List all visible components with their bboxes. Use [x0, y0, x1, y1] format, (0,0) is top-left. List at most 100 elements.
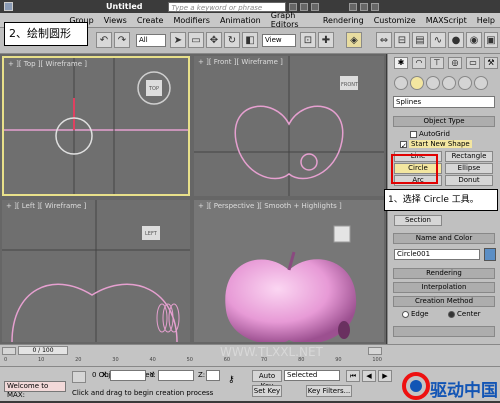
x-coordinate-input[interactable] [110, 370, 146, 381]
close-icon[interactable] [371, 2, 380, 11]
timeline-ruler[interactable]: 0 10 20 30 40 50 60 70 80 90 100 [4, 357, 382, 365]
object-type-rollout[interactable]: Object Type [393, 116, 495, 127]
time-slider[interactable]: 0 / 100 [18, 346, 68, 355]
hierarchy-tab-icon[interactable]: ⊤ [430, 57, 444, 69]
menu-rendering[interactable]: Rendering [318, 16, 369, 25]
start-new-shape-checkbox[interactable]: ✓ Start New Shape [400, 140, 472, 150]
redo-icon[interactable]: ↷ [114, 32, 130, 48]
name-and-color-rollout[interactable]: Name and Color [393, 233, 495, 244]
render-icon[interactable]: ▣ [484, 32, 498, 48]
viewport-left[interactable]: + ][ Left ][ Wireframe ] LEFT [2, 200, 190, 342]
undo-icon[interactable]: ↶ [96, 32, 112, 48]
layer-icon[interactable]: ▤ [412, 32, 428, 48]
key-filters-button[interactable]: Key Filters... [306, 385, 352, 397]
cameras-icon[interactable] [442, 76, 456, 90]
selected-dropdown[interactable]: Selected [284, 370, 340, 381]
geometry-icon[interactable] [394, 76, 408, 90]
timeline-next-icon[interactable] [368, 347, 382, 355]
star-icon[interactable] [300, 2, 309, 11]
reference-coordinate-dropdown[interactable]: View [262, 34, 296, 47]
scale-icon[interactable]: ◧ [242, 32, 258, 48]
category-dropdown[interactable]: Splines [393, 96, 495, 108]
auto-key-button[interactable]: Auto Key [252, 370, 282, 390]
viewport-perspective[interactable]: + ][ Perspective ][ Smooth + Highlights … [194, 200, 384, 342]
donut-button[interactable]: Donut [445, 175, 493, 186]
maxscript-listener[interactable]: Welcome to MAX: [4, 381, 66, 399]
object-color-swatch[interactable] [484, 248, 496, 261]
helpers-icon[interactable] [458, 76, 472, 90]
key-icon[interactable]: ⚷ [228, 375, 248, 387]
autogrid-checkbox[interactable]: AutoGrid [410, 130, 450, 138]
select-region-icon[interactable]: ▭ [188, 32, 204, 48]
center-radio[interactable]: Center [448, 310, 481, 318]
menu-create[interactable]: Create [132, 16, 169, 25]
z-label: Z: [198, 371, 206, 379]
tick-label: 50 [186, 357, 193, 363]
shapes-icon[interactable] [410, 76, 424, 90]
rendering-rollout[interactable]: Rendering [393, 268, 495, 279]
display-tab-icon[interactable]: ▭ [466, 57, 480, 69]
mirror-icon[interactable]: ⇔ [376, 32, 392, 48]
center-label: Center [457, 310, 481, 318]
keyboard-entry-rollout[interactable] [393, 326, 495, 337]
autogrid-label: AutoGrid [419, 130, 450, 138]
selection-filter-dropdown[interactable]: All [136, 34, 166, 47]
set-key-button[interactable]: Set Key [252, 385, 282, 397]
maximize-icon[interactable] [360, 2, 369, 11]
z-coordinate-input[interactable] [206, 370, 220, 381]
edge-label: Edge [411, 310, 429, 318]
viewcube-front[interactable]: FRONT [341, 82, 358, 88]
select-object-icon[interactable]: ➤ [170, 32, 186, 48]
interpolation-rollout[interactable]: Interpolation [393, 282, 495, 293]
app-icon[interactable] [4, 2, 13, 11]
snap-icon[interactable]: ✚ [318, 32, 334, 48]
menu-modifiers[interactable]: Modifiers [168, 16, 215, 25]
select-and-manipulate-icon[interactable]: ◈ [346, 32, 362, 48]
object-name-input[interactable]: Circle001 [394, 249, 480, 260]
viewcube-top[interactable]: TOP [149, 86, 159, 92]
menu-help[interactable]: Help [472, 16, 500, 25]
tick-label: 0 [4, 357, 8, 363]
lights-icon[interactable] [426, 76, 440, 90]
menu-maxscript[interactable]: MAXScript [421, 16, 472, 25]
app-title: Untitled [106, 2, 143, 11]
menu-views[interactable]: Views [99, 16, 132, 25]
material-editor-icon[interactable]: ● [448, 32, 464, 48]
motion-tab-icon[interactable]: ◎ [448, 57, 462, 69]
menu-customize[interactable]: Customize [369, 16, 421, 25]
rectangle-button[interactable]: Rectangle [445, 151, 493, 162]
spacewarps-icon[interactable] [474, 76, 488, 90]
create-tab-icon[interactable]: ✱ [394, 57, 408, 69]
creation-method-rollout[interactable]: Creation Method [393, 296, 495, 307]
curve-editor-icon[interactable]: ∿ [430, 32, 446, 48]
pivot-icon[interactable]: ⊡ [300, 32, 316, 48]
utilities-tab-icon[interactable]: ⚒ [484, 57, 498, 69]
menu-animation[interactable]: Animation [215, 16, 266, 25]
viewport-label-perspective[interactable]: + ][ Perspective ][ Smooth + Highlights … [198, 202, 342, 210]
edge-radio[interactable]: Edge [402, 310, 429, 318]
go-to-start-icon[interactable]: ⏮ [346, 370, 360, 382]
play-icon[interactable]: ▶ [378, 370, 392, 382]
help-icon[interactable] [311, 2, 320, 11]
y-coordinate-input[interactable] [158, 370, 194, 381]
modify-tab-icon[interactable]: ◠ [412, 57, 426, 69]
align-icon[interactable]: ⊟ [394, 32, 410, 48]
search-input[interactable]: Type a keyword or phrase [168, 1, 287, 12]
viewcube-left[interactable]: LEFT [145, 231, 157, 237]
viewport-label-top[interactable]: + ][ Top ][ Wireframe ] [8, 60, 87, 68]
viewport-label-front[interactable]: + ][ Front ][ Wireframe ] [198, 58, 283, 66]
viewport-label-left[interactable]: + ][ Left ][ Wireframe ] [6, 202, 86, 210]
search-icon[interactable] [289, 2, 298, 11]
ellipse-button[interactable]: Ellipse [445, 163, 493, 174]
lock-icon[interactable] [72, 371, 86, 383]
prev-frame-icon[interactable]: ◀ [362, 370, 376, 382]
move-icon[interactable]: ✥ [206, 32, 222, 48]
timeline-prev-icon[interactable] [2, 347, 16, 355]
render-setup-icon[interactable]: ◉ [466, 32, 482, 48]
minimize-icon[interactable] [349, 2, 358, 11]
section-button[interactable]: Section [394, 215, 442, 226]
viewport-front[interactable]: + ][ Front ][ Wireframe ] FRONT [194, 56, 384, 196]
rotate-icon[interactable]: ↻ [224, 32, 240, 48]
menu-graph-editors[interactable]: Graph Editors [266, 11, 318, 29]
viewport-top[interactable]: + ][ Top ][ Wireframe ] TOP [2, 56, 190, 196]
